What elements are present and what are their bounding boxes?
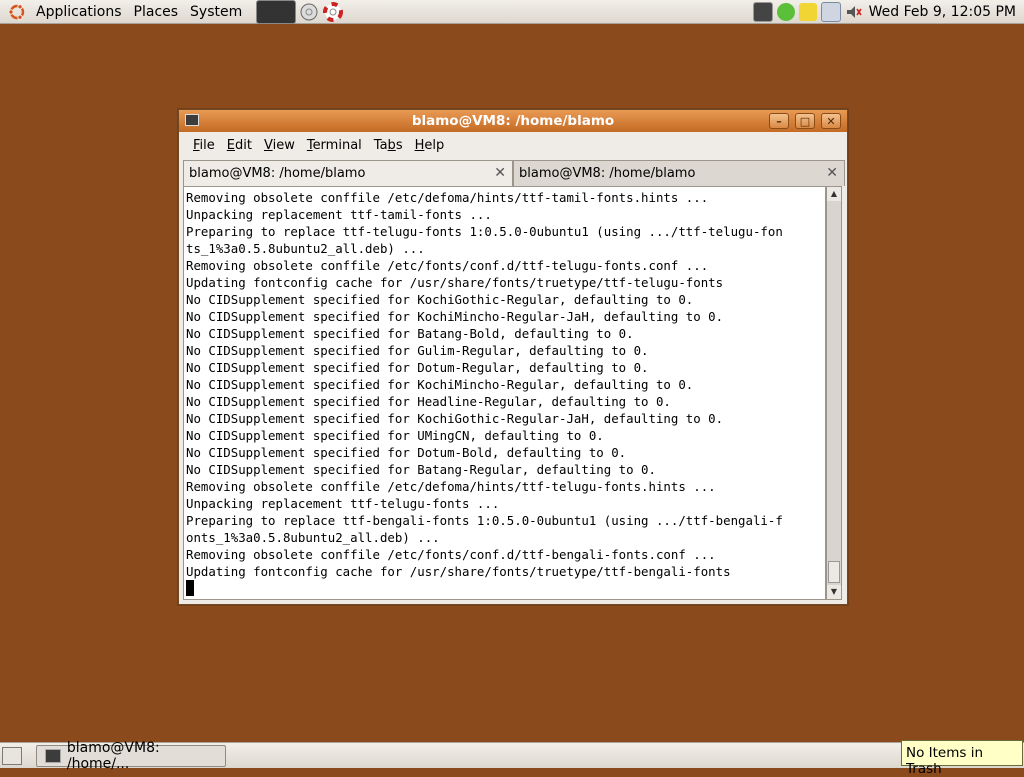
terminal-line: Removing obsolete conffile /etc/defoma/h… [186,190,709,205]
task-label: blamo@VM8: /home/... [66,740,160,772]
terminal-line: onts_1%3a0.5.8ubuntu2_all.deb) ... [186,530,440,545]
file-menu[interactable]: File [187,138,221,153]
taskbar-terminal-button[interactable]: blamo@VM8: /home/... [36,740,226,772]
terminal-output[interactable]: Removing obsolete conffile /etc/defoma/h… [183,186,826,600]
network-icon[interactable] [776,3,795,21]
update-icon[interactable] [820,2,841,22]
terminal-line: Preparing to replace ttf-bengali-fonts 1… [186,513,783,528]
terminal-line: Unpacking replacement ttf-telugu-fonts .… [186,496,500,511]
terminal-line: Updating fontconfig cache for /usr/share… [186,275,724,290]
terminal-line: No CIDSupplement specified for Batang-Bo… [186,326,634,341]
tab-1[interactable]: blamo@VM8: /home/blamo ✕ [183,160,513,186]
applications-menu[interactable]: Applications [30,4,128,20]
terminal-scrollbar[interactable]: ▲ ▼ [826,186,842,600]
close-button[interactable]: ✕ [821,113,841,129]
terminal-line: Updating fontconfig cache for /usr/share… [186,564,731,579]
help-launcher-icon[interactable] [322,1,344,23]
trash-tooltip: No Items in Trash [901,740,1023,777]
help-menu[interactable]: Help [409,138,451,153]
text-cursor [186,580,194,596]
terminal-line: No CIDSupplement specified for Gulim-Reg… [186,343,649,358]
tab-bar: blamo@VM8: /home/blamo ✕ blamo@VM8: /hom… [183,160,845,186]
terminal-menu[interactable]: Terminal [301,138,368,153]
terminal-window: blamo@VM8: /home/blamo – □ ✕ File Edit V… [178,109,848,605]
terminal-line: Preparing to replace ttf-telugu-fonts 1:… [186,224,783,239]
menubar: File Edit View Terminal Tabs Help [179,132,847,158]
window-titlebar[interactable]: blamo@VM8: /home/blamo – □ ✕ [179,110,847,132]
terminal-line: No CIDSupplement specified for KochiGoth… [186,292,694,307]
window-title: blamo@VM8: /home/blamo [411,113,615,129]
web-browser-launcher-icon[interactable] [298,1,320,23]
terminal-line: No CIDSupplement specified for Dotum-Reg… [186,360,649,375]
terminal-line: No CIDSupplement specified for KochiMinc… [186,377,694,392]
view-menu[interactable]: View [258,138,301,153]
terminal-line: No CIDSupplement specified for Dotum-Bol… [186,445,627,460]
terminal-line: Removing obsolete conffile /etc/fonts/co… [186,258,709,273]
terminal-line: No CIDSupplement specified for KochiGoth… [186,411,724,426]
volume-icon[interactable] [845,3,863,21]
clock[interactable]: Wed Feb 9, 12:05 PM [869,4,1016,20]
maximize-button[interactable]: □ [795,113,815,129]
terminal-line: No CIDSupplement specified for Headline-… [186,394,671,409]
close-tab-icon[interactable]: ✕ [494,165,506,181]
scroll-up-arrow-icon[interactable]: ▲ [827,187,841,201]
system-tray: Wed Feb 9, 12:05 PM [751,0,1024,24]
terminal-line: Removing obsolete conffile /etc/defoma/h… [186,479,716,494]
ubuntu-logo-icon[interactable] [8,3,26,21]
terminal-line: Unpacking replacement ttf-tamil-fonts ..… [186,207,492,222]
close-tab-icon[interactable]: ✕ [826,165,838,181]
monitor-icon[interactable] [752,2,773,22]
system-menu[interactable]: System [184,4,248,20]
tab-label: blamo@VM8: /home/blamo [189,166,366,181]
terminal-line: Removing obsolete conffile /etc/fonts/co… [186,547,716,562]
show-desktop-icon[interactable] [2,747,22,765]
terminal-line: ts_1%3a0.5.8ubuntu2_all.deb) ... [186,241,425,256]
terminal-line: No CIDSupplement specified for UMingCN, … [186,428,604,443]
edit-menu[interactable]: Edit [221,138,258,153]
scrollbar-thumb[interactable] [828,561,840,583]
terminal-line: No CIDSupplement specified for Batang-Re… [186,462,656,477]
tabs-menu[interactable]: Tabs [368,138,409,153]
tab-2[interactable]: blamo@VM8: /home/blamo ✕ [513,160,845,186]
terminal-task-icon [45,749,61,763]
tab-label: blamo@VM8: /home/blamo [519,166,696,181]
terminal-launcher-icon[interactable] [256,0,297,24]
places-menu[interactable]: Places [128,4,185,20]
minimize-button[interactable]: – [769,113,789,129]
scroll-down-arrow-icon[interactable]: ▼ [827,585,841,599]
top-panel: Applications Places System Wed Feb 9, 12… [0,0,1024,24]
notes-icon[interactable] [798,3,817,21]
terminal-line: No CIDSupplement specified for KochiMinc… [186,309,724,324]
bottom-panel: blamo@VM8: /home/... [0,740,1024,772]
